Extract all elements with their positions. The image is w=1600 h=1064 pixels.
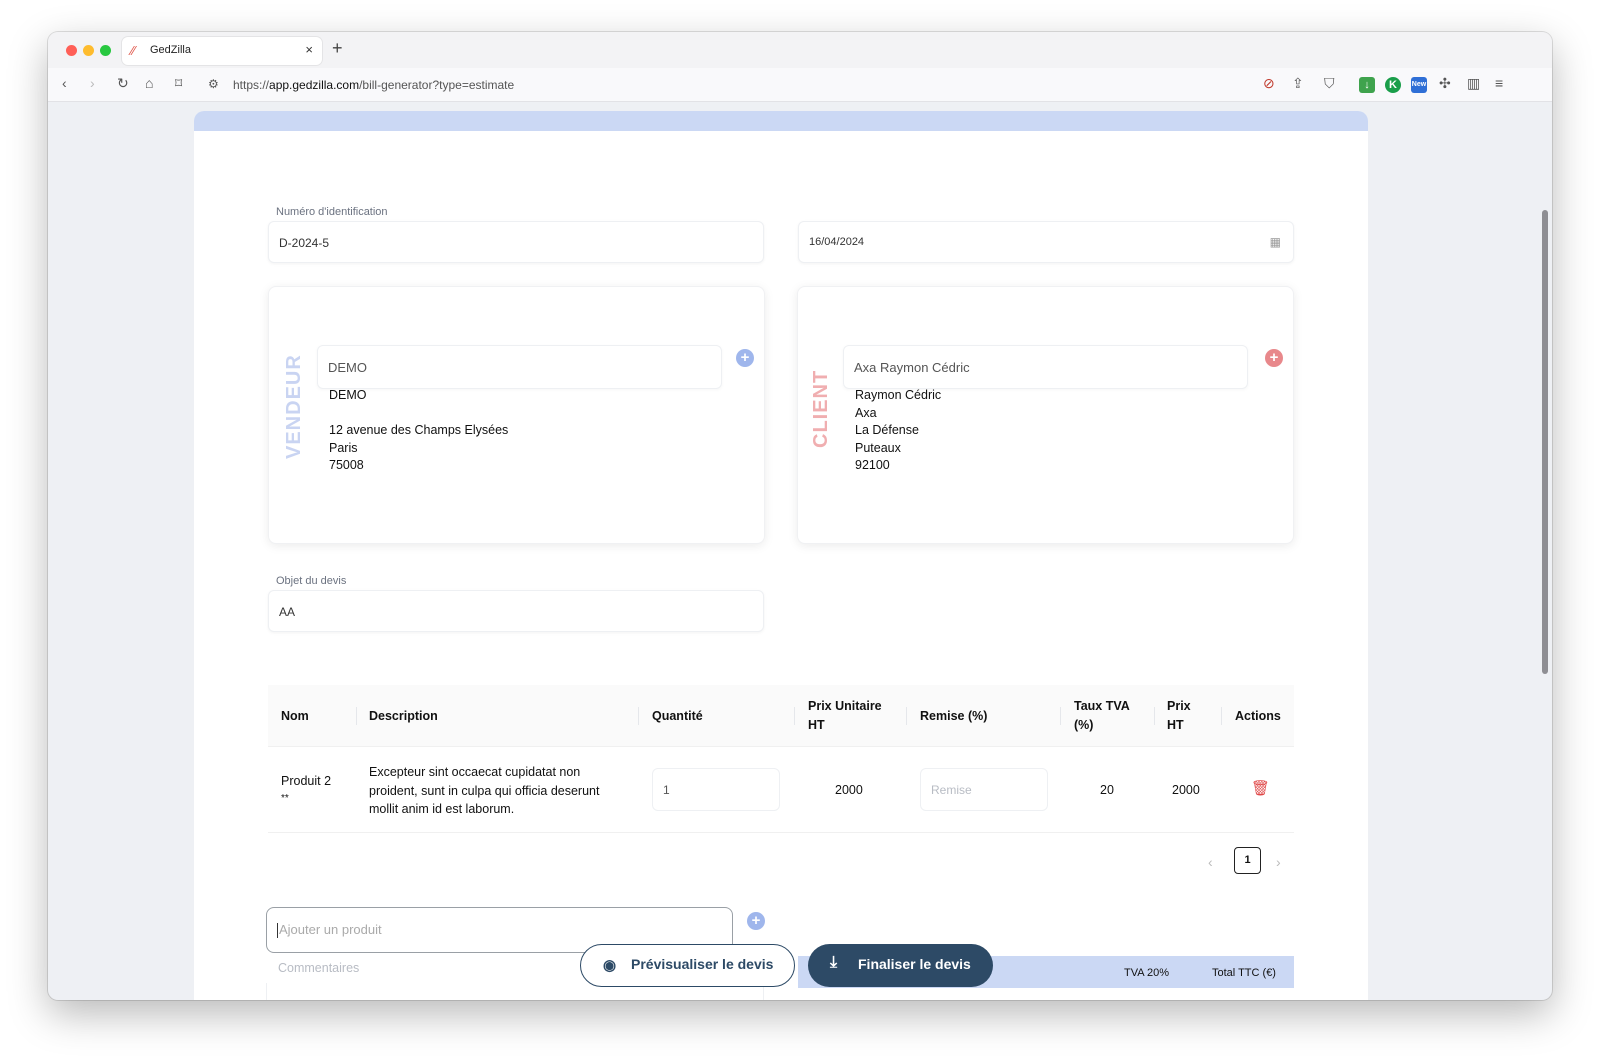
url-domain: app.gedzilla.com [269,78,360,92]
header-quantite: Quantité [652,709,703,723]
object-value: AA [279,605,296,619]
tab-title: GedZilla [150,44,191,56]
blocked-icon[interactable]: ⊘ [1263,75,1275,92]
share-icon[interactable]: ⇪ [1292,75,1304,92]
tva-label: TVA 20% [1124,967,1170,979]
quantity-value: 1 [663,783,670,797]
row-prix-ht: 2000 [1172,783,1200,797]
extensions-puzzle-icon[interactable]: ✣ [1439,75,1451,92]
browser-window: ⁄⁄ GedZilla × + ‹ › ↻ ⌂ ⌑ ⚙ https://app.… [48,32,1552,1000]
header-separator [906,707,907,725]
row-prix-unitaire: 2000 [835,783,863,797]
row-nom-sub: ** [281,793,289,804]
client-address: Raymon Cédric Axa La Défense Puteaux 921… [855,388,942,472]
site-settings-icon[interactable]: ⚙ [208,77,219,91]
client-select-value: Axa Raymon Cédric [854,360,970,375]
home-icon[interactable]: ⌂ [145,75,153,91]
vendor-select-value: DEMO [328,360,367,375]
eye-icon: ◉ [603,957,617,974]
header-separator [1221,707,1222,725]
id-field[interactable]: D-2024-5 [268,221,764,263]
vendor-address: DEMO 12 avenue des Champs Elysées Paris … [329,388,509,472]
id-label: Numéro d'identification [276,206,388,218]
pagination-next-icon[interactable]: › [1276,854,1281,870]
url-scheme: https:// [233,78,270,92]
client-select[interactable]: Axa Raymon Cédric [843,345,1248,389]
row-description: Excepteur sint occaecat cupidatat non pr… [369,765,600,816]
page-scrollbar[interactable] [1542,210,1548,674]
estimate-page: Numéro d'identification D-2024-5 16/04/2… [194,111,1368,1000]
bookmark-icon[interactable]: ⌑ [175,75,182,92]
header-remise: Remise (%) [920,709,988,723]
date-value: 16/04/2024 [809,236,865,248]
download-icon: ⤓ [830,954,838,971]
text-caret [277,923,278,939]
row-taux-tva: 20 [1100,783,1114,797]
tab-strip: ⁄⁄ GedZilla × + [48,32,1552,68]
object-field[interactable]: AA [268,590,764,632]
header-prix-ht: Prix HT [1167,699,1191,732]
page-header-band [194,111,1368,131]
finalize-button-label: Finaliser le devis [858,956,971,972]
preview-button-label: Prévisualiser le devis [631,956,774,972]
header-separator [1154,707,1155,725]
vendor-select[interactable]: DEMO [317,345,722,389]
comments-placeholder: Commentaires [278,961,360,975]
address-toolbar: ‹ › ↻ ⌂ ⌑ ⚙ https://app.gedzilla.com/bil… [48,68,1552,102]
date-field[interactable]: 16/04/2024 ▦ [798,221,1294,263]
table-row: Produit 2 ** Excepteur sint occaecat cup… [268,747,1294,833]
minimize-window-button[interactable] [83,45,94,56]
back-icon[interactable]: ‹ [62,75,67,91]
add-vendor-icon[interactable]: + [736,349,754,367]
header-taux-tva: Taux TVA (%) [1074,699,1130,732]
header-nom: Nom [281,709,309,723]
pagination-prev-icon[interactable]: ‹ [1208,854,1213,870]
delete-row-icon[interactable]: 🗑 [1251,779,1270,797]
add-product-placeholder: Ajouter un produit [279,922,382,937]
url-path: /bill-generator?type=estimate [359,78,515,92]
id-value: D-2024-5 [279,236,330,250]
discount-placeholder: Remise [931,783,972,797]
calendar-icon[interactable]: ▦ [1270,235,1281,249]
forward-icon[interactable]: › [90,75,95,91]
url-bar[interactable]: https://app.gedzilla.com/bill-generator?… [233,78,514,92]
quantity-input[interactable]: 1 [652,768,780,811]
vendor-card: VENDEUR DEMO + DEMO 12 avenue des Champs… [268,286,765,544]
client-section-label: CLIENT [810,369,832,448]
add-product-icon[interactable]: + [747,912,765,930]
row-nom: Produit 2 [281,774,332,788]
header-separator [1060,707,1061,725]
extension-new-icon[interactable]: New [1411,77,1427,93]
object-label: Objet du devis [276,575,347,587]
total-ttc-label: Total TTC (€) [1212,967,1276,979]
gedzilla-favicon-icon: ⁄⁄ [131,43,136,58]
add-client-icon[interactable]: + [1265,349,1283,367]
menu-icon[interactable]: ≡ [1495,75,1503,91]
client-card: CLIENT Axa Raymon Cédric + Raymon Cédric… [797,286,1294,544]
header-description: Description [369,709,438,723]
close-window-button[interactable] [66,45,77,56]
pagination-page-1[interactable]: 1 [1234,847,1261,874]
header-actions: Actions [1235,709,1281,723]
shield-icon[interactable]: ⛉ [1324,75,1335,92]
header-separator [356,707,357,725]
extension-k-icon[interactable]: K [1385,77,1401,93]
extension-download-icon[interactable]: ↓ [1359,77,1375,93]
table-header: Nom Description Quantité Prix Unitaire H… [268,685,1294,747]
maximize-window-button[interactable] [100,45,111,56]
header-prix-unitaire: Prix Unitaire HT [808,699,882,732]
header-separator [794,707,795,725]
discount-input[interactable]: Remise [920,768,1048,811]
reload-icon[interactable]: ↻ [117,75,129,92]
finalize-button[interactable]: ⤓ Finaliser le devis [808,944,993,987]
preview-button[interactable]: ◉ Prévisualiser le devis [580,944,795,987]
new-tab-icon[interactable]: + [332,38,343,59]
header-separator [638,707,639,725]
tab-close-icon[interactable]: × [305,42,313,57]
vendor-section-label: VENDEUR [283,354,305,459]
sidebar-toggle-icon[interactable]: ▥ [1467,75,1480,92]
browser-tab[interactable]: ⁄⁄ GedZilla × [122,37,322,65]
